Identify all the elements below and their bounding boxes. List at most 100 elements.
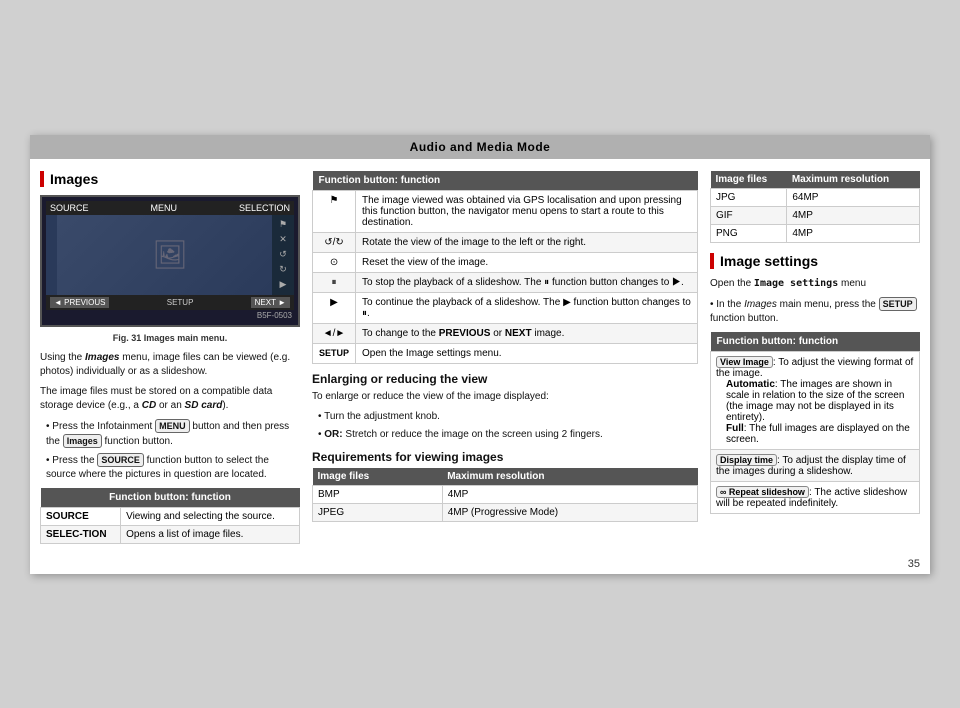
open-menu-sub: • In the Images main menu, press the SET… (710, 297, 920, 326)
content-area: Images SOURCE MENU SELECTION 🖼 ⚑ ✕ ↺ (30, 159, 930, 554)
left-column: Images SOURCE MENU SELECTION 🖼 ⚑ ✕ ↺ (40, 171, 300, 544)
view-image-tag: View Image (716, 356, 773, 368)
device-screen: SOURCE MENU SELECTION 🖼 ⚑ ✕ ↺ ↻ ▶ (40, 195, 300, 327)
screen-setup-btn: SETUP (167, 298, 194, 307)
func-table-left-header: Function button: function (41, 488, 300, 508)
fig-label: Fig. 31 (113, 333, 142, 343)
table-row: ⏸ To stop the playback of a slideshow. T… (313, 272, 698, 292)
fig-caption: Fig. 31 Images main menu. (40, 333, 300, 343)
function-table-right: Function button: function View Image: To… (710, 332, 920, 514)
screen-sidebar: ⚑ ✕ ↺ ↻ ▶ (272, 215, 294, 295)
source-desc: Viewing and selecting the source. (121, 507, 300, 525)
table-row: View Image: To adjust the viewing format… (711, 351, 920, 449)
screen-menu-label: MENU (151, 203, 178, 213)
req-res-bmp: 4MP (442, 485, 697, 503)
enlarging-body: To enlarge or reduce the view of the ima… (312, 390, 698, 404)
table-row: GIF 4MP (711, 206, 920, 224)
table-row: BMP 4MP (313, 485, 698, 503)
func-desc-rotate: Rotate the view of the image to the left… (356, 232, 698, 252)
table-row: ↺/↻ Rotate the view of the image to the … (313, 232, 698, 252)
img-file-png: PNG (711, 224, 787, 242)
screen-top-bar: SOURCE MENU SELECTION (46, 201, 294, 215)
screen-icon-1: ⚑ (279, 219, 287, 230)
req-heading: Requirements for viewing images (312, 450, 698, 464)
body-text-1: Using the Images menu, image files can b… (40, 351, 300, 379)
table-row: JPG 64MP (711, 188, 920, 206)
table-row: ⊙ Reset the view of the image. (313, 252, 698, 272)
menu-btn-inline: MENU (155, 419, 190, 434)
screen-icon-3: ↺ (279, 249, 287, 260)
screen-image-placeholder: 🖼 (152, 238, 188, 271)
func-right-display-time: Display time: To adjust the display time… (711, 449, 920, 481)
img-res-png: 4MP (787, 224, 920, 242)
table-row: SELEC-TION Opens a list of image files. (41, 525, 300, 543)
screen-icon-5: ▶ (280, 279, 287, 290)
selection-label: SELEC-TION (46, 529, 107, 540)
display-time-tag: Display time (716, 454, 777, 466)
screen-image-area: 🖼 (57, 215, 283, 295)
screen-next-btn: NEXT ► (251, 297, 290, 308)
function-table-left: Function button: function SOURCE Viewing… (40, 488, 300, 544)
func-desc-setup: Open the Image settings menu. (356, 343, 698, 363)
screen-selection-label: SELECTION (239, 203, 290, 213)
func-icon-pause: ⏸ (313, 272, 356, 292)
func-table-mid-header: Function button: function (313, 171, 698, 191)
func-icon-rotate: ↺/↻ (313, 232, 356, 252)
function-table-middle: Function button: function ⚑ The image vi… (312, 171, 698, 364)
func-right-full: Full: The full images are displayed on t… (726, 423, 914, 445)
table-row: ∞ Repeat slideshow: The active slideshow… (711, 481, 920, 513)
images-section-title: Images (40, 171, 300, 187)
bullet-1: Press the Infotainment MENU button and t… (46, 419, 300, 449)
img-file-gif: GIF (711, 206, 787, 224)
func-icon-prevnext: ◄/► (313, 323, 356, 343)
func-desc-gps: The image viewed was obtained via GPS lo… (356, 190, 698, 232)
screen-icon-4: ↻ (279, 264, 287, 275)
req-file-bmp: BMP (313, 485, 443, 503)
table-row: JPEG 4MP (Progressive Mode) (313, 503, 698, 521)
func-icon-play: ▶ (313, 292, 356, 323)
func-icon-reset: ⊙ (313, 252, 356, 272)
table-row: Display time: To adjust the display time… (711, 449, 920, 481)
table-row: ⚑ The image viewed was obtained via GPS … (313, 190, 698, 232)
image-settings-title: Image settings (710, 253, 920, 269)
table-row: SETUP Open the Image settings menu. (313, 343, 698, 363)
func-right-repeat: ∞ Repeat slideshow: The active slideshow… (711, 481, 920, 513)
header-title: Audio and Media Mode (410, 140, 551, 154)
source-btn-inline: SOURCE (97, 453, 144, 468)
monospace-label: Image settings (754, 278, 838, 289)
screen-source-label: SOURCE (50, 203, 89, 213)
repeat-slideshow-tag: ∞ Repeat slideshow (716, 486, 809, 498)
img-file-jpg: JPG (711, 188, 787, 206)
req-header-files: Image files (313, 468, 443, 486)
func-right-auto: Automatic: The images are shown in scale… (726, 379, 914, 423)
req-file-jpeg: JPEG (313, 503, 443, 521)
selection-desc: Opens a list of image files. (121, 525, 300, 543)
page-number: 35 (30, 554, 930, 574)
page: Audio and Media Mode Images SOURCE MENU … (30, 135, 930, 574)
table-row: SOURCE Viewing and selecting the source. (41, 507, 300, 525)
source-label: SOURCE (46, 511, 89, 522)
screen-bottom-bar: ◄ PREVIOUS SETUP NEXT ► (46, 295, 294, 310)
table-row: ▶ To continue the playback of a slidesho… (313, 292, 698, 323)
image-files-table: Image files Maximum resolution JPG 64MP … (710, 171, 920, 243)
requirements-table: Image files Maximum resolution BMP 4MP J… (312, 468, 698, 522)
body-text-2: The image files must be stored on a comp… (40, 385, 300, 413)
enlarging-bullet-1: Turn the adjustment knob. (318, 410, 698, 424)
req-header-res: Maximum resolution (442, 468, 697, 486)
req-res-jpeg: 4MP (Progressive Mode) (442, 503, 697, 521)
img-res-jpg: 64MP (787, 188, 920, 206)
enlarging-bullet-2: OR: Stretch or reduce the image on the s… (318, 428, 698, 442)
img-files-header-file: Image files (711, 171, 787, 189)
screen-main: 🖼 ⚑ ✕ ↺ ↻ ▶ (46, 215, 294, 295)
func-icon-flag: ⚑ (313, 190, 356, 232)
screen-fig-id: B5F-0503 (46, 310, 294, 321)
table-row: PNG 4MP (711, 224, 920, 242)
header-bar: Audio and Media Mode (30, 135, 930, 159)
enlarging-heading: Enlarging or reducing the view (312, 372, 698, 386)
func-desc-pause: To stop the playback of a slideshow. The… (356, 272, 698, 292)
middle-column: Function button: function ⚑ The image vi… (312, 171, 698, 544)
screen-icon-2: ✕ (279, 234, 287, 245)
fig-caption-text: Images main menu. (144, 333, 228, 343)
func-desc-play: To continue the playback of a slideshow.… (356, 292, 698, 323)
func-table-right-header: Function button: function (711, 332, 920, 352)
